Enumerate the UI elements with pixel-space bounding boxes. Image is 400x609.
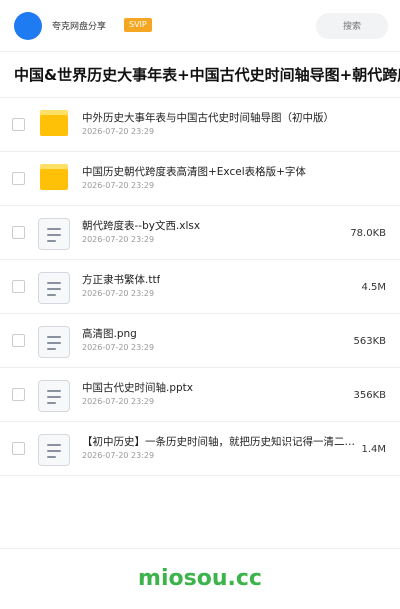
footer: miosou.cc [0, 548, 400, 600]
file-name: 高清图.png [82, 328, 137, 340]
file-date: 2026-07-20 23:29 [82, 397, 155, 406]
file-size: 78.0KB [350, 228, 386, 239]
share-title: 中国&世界历史大事年表+中国古代史时间轴导图+朝代跨度表 [14, 66, 400, 84]
file-date: 2026-07-20 23:29 [82, 451, 155, 460]
folder-icon [40, 110, 68, 136]
file-name: 中国古代史时间轴.pptx [82, 382, 193, 394]
list-item[interactable]: 【初中历史】一条历史时间轴，就把历史知识记得一清二楚.pdf 2026-07-2… [0, 422, 400, 476]
file-size: 356KB [353, 390, 386, 401]
file-name: 朝代跨度表--by文西.xlsx [82, 220, 201, 232]
file-size: 4.5M [361, 282, 386, 293]
list-item[interactable]: 朝代跨度表--by文西.xlsx 2026-07-20 23:29 78.0KB [0, 206, 400, 260]
file-name: 中外历史大事年表与中国古代史时间轴导图（初中版） [82, 112, 334, 124]
file-name: 方正隶书繁体.ttf [82, 274, 161, 286]
row-checkbox[interactable] [12, 388, 25, 401]
list-item[interactable]: 中国历史朝代跨度表高清图+Excel表格版+字体 2026-07-20 23:2… [0, 152, 400, 206]
row-checkbox[interactable] [12, 280, 25, 293]
row-checkbox[interactable] [12, 226, 25, 239]
file-size: 563KB [353, 336, 386, 347]
file-date: 2026-07-20 23:29 [82, 289, 155, 298]
file-icon [38, 326, 70, 358]
watermark: miosou.cc [138, 566, 262, 591]
file-icon [38, 272, 70, 304]
avatar[interactable] [14, 12, 42, 40]
svip-badge: SVIP [124, 18, 152, 32]
search-input[interactable] [316, 13, 388, 39]
list-item[interactable]: 方正隶书繁体.ttf 2026-07-20 23:29 4.5M [0, 260, 400, 314]
folder-icon [40, 164, 68, 190]
list-item[interactable]: 中外历史大事年表与中国古代史时间轴导图（初中版） 2026-07-20 23:2… [0, 98, 400, 152]
file-list: 中外历史大事年表与中国古代史时间轴导图（初中版） 2026-07-20 23:2… [0, 98, 400, 476]
file-icon [38, 434, 70, 466]
file-date: 2026-07-20 23:29 [82, 181, 155, 190]
row-checkbox[interactable] [12, 334, 25, 347]
share-name: 夸克网盘分享 [52, 22, 107, 32]
file-icon [38, 380, 70, 412]
list-item[interactable]: 中国古代史时间轴.pptx 2026-07-20 23:29 356KB [0, 368, 400, 422]
file-name: 中国历史朝代跨度表高清图+Excel表格版+字体 [82, 166, 306, 178]
row-checkbox[interactable] [12, 442, 25, 455]
file-icon [38, 218, 70, 250]
title-bar: 中国&世界历史大事年表+中国古代史时间轴导图+朝代跨度表 [0, 52, 400, 98]
header: 夸克网盘分享 SVIP [0, 0, 400, 52]
row-checkbox[interactable] [12, 172, 25, 185]
file-date: 2026-07-20 23:29 [82, 127, 155, 136]
file-size: 1.4M [361, 444, 386, 455]
file-name: 【初中历史】一条历史时间轴，就把历史知识记得一清二楚.pdf [82, 436, 364, 448]
list-item[interactable]: 高清图.png 2026-07-20 23:29 563KB [0, 314, 400, 368]
row-checkbox[interactable] [12, 118, 25, 131]
file-date: 2026-07-20 23:29 [82, 235, 155, 244]
file-date: 2026-07-20 23:29 [82, 343, 155, 352]
